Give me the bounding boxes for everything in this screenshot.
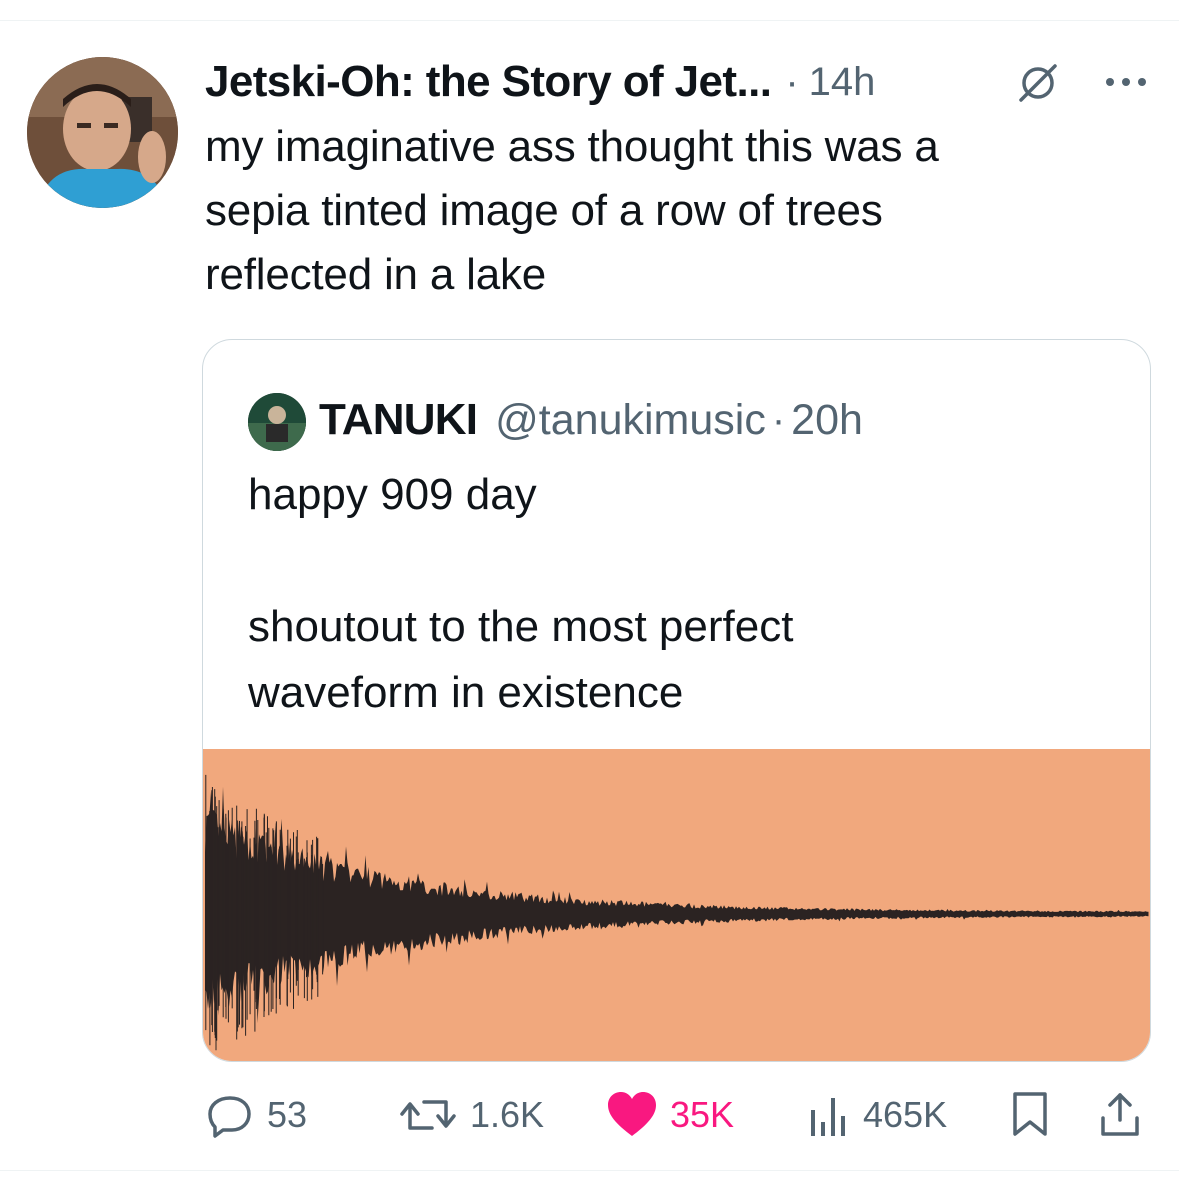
share-icon bbox=[1101, 1093, 1139, 1136]
waveform-shape bbox=[205, 786, 1149, 1024]
quoted-tweet-card[interactable]: TANUKI @tanukimusic · 20h happy 909 day … bbox=[202, 339, 1151, 1062]
repost-icon bbox=[400, 1100, 456, 1130]
tweet-action-bar: 53 1.6K 35K 465K bbox=[0, 1085, 1179, 1145]
waveform-graphic bbox=[205, 774, 1149, 1051]
view-count: 465K bbox=[863, 1094, 948, 1135]
bookmark-button[interactable] bbox=[1010, 1085, 1050, 1145]
bottom-divider bbox=[0, 1170, 1179, 1171]
reply-button[interactable]: 53 bbox=[205, 1085, 307, 1145]
author-avatar[interactable] bbox=[27, 57, 178, 208]
quoted-tweet-header: TANUKI @tanukimusic · 20h bbox=[319, 390, 863, 450]
like-button[interactable]: 35K bbox=[606, 1085, 734, 1145]
quoted-tweet-text: happy 909 day shoutout to the most perfe… bbox=[248, 470, 794, 717]
avatar-photo bbox=[27, 57, 178, 208]
views-button[interactable]: 465K bbox=[805, 1085, 947, 1145]
quoted-author-name[interactable]: TANUKI bbox=[319, 395, 478, 445]
like-count: 35K bbox=[670, 1094, 735, 1135]
tweet-timestamp[interactable]: 14h bbox=[809, 60, 876, 105]
repost-button[interactable]: 1.6K bbox=[398, 1085, 544, 1145]
top-divider bbox=[0, 20, 1179, 21]
header-separator: · bbox=[785, 59, 799, 104]
repost-count: 1.6K bbox=[470, 1094, 545, 1135]
tweet-text: my imaginative ass thought this was a se… bbox=[205, 122, 939, 299]
slashed-circle-icon bbox=[1013, 60, 1063, 106]
quoted-author-handle[interactable]: @tanukimusic bbox=[495, 396, 766, 445]
share-button[interactable] bbox=[1098, 1085, 1142, 1145]
quoted-author-avatar[interactable] bbox=[248, 393, 306, 451]
quoted-tweet-timestamp[interactable]: 20h bbox=[791, 396, 863, 445]
heart-icon bbox=[608, 1092, 656, 1136]
author-name[interactable]: Jetski-Oh: the Story of Jet... bbox=[205, 57, 772, 107]
reply-count: 53 bbox=[267, 1094, 308, 1135]
views-chart-icon bbox=[811, 1098, 845, 1136]
quoted-header-separator: · bbox=[771, 397, 786, 442]
more-options-icon[interactable] bbox=[1100, 62, 1152, 102]
quoted-tweet-image[interactable] bbox=[203, 749, 1150, 1061]
bookmark-icon bbox=[1013, 1092, 1047, 1136]
reply-icon bbox=[208, 1096, 251, 1138]
